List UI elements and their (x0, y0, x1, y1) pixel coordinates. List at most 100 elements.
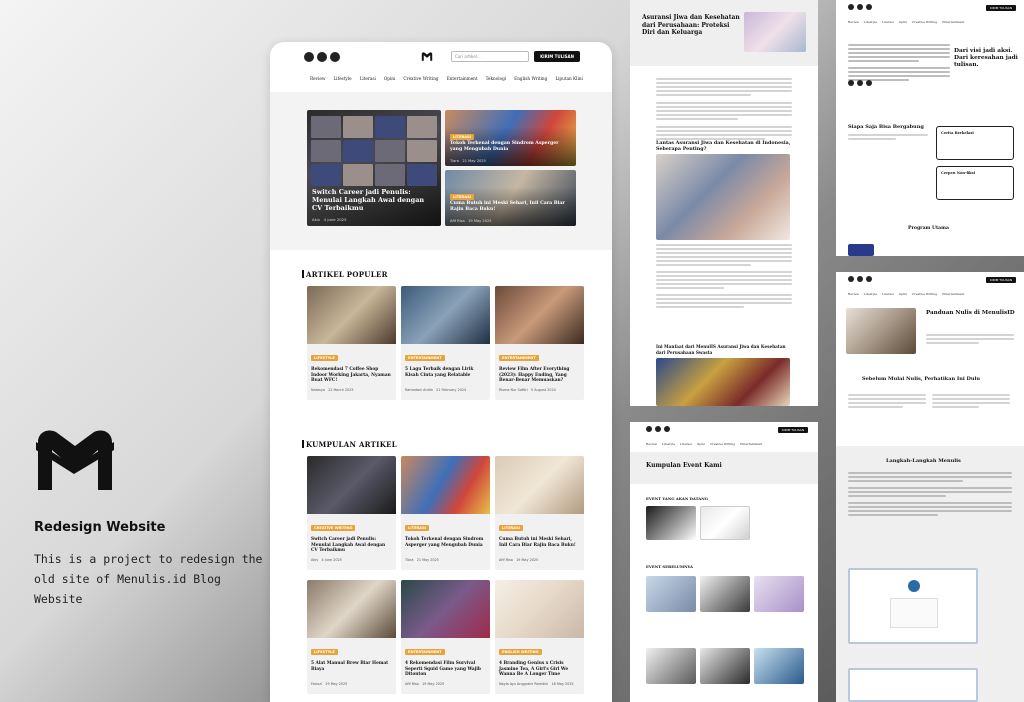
article-body-text (656, 78, 792, 142)
article-image (401, 456, 490, 514)
event-image[interactable] (754, 648, 804, 684)
collection-section-title: KUMPULAN ARTIKEL (302, 440, 397, 449)
homepage-mockup: Cari artikel... KIRIM TULISAN Review Lif… (270, 42, 612, 702)
nav-item[interactable]: Literasi (360, 76, 376, 81)
submit-article-button[interactable]: KIRIM TULISAN (778, 427, 808, 433)
event-image[interactable] (700, 648, 750, 684)
collection-articles-row-1: CREATIVE WRITING Switch Career jadi Penu… (307, 456, 584, 570)
nav-item[interactable]: Lifestyle (333, 76, 351, 81)
article-card[interactable]: ENTERTAINMENT Review Film After Everythi… (495, 286, 584, 400)
guide-page-mockup: KIRIM TULISAN Review Lifestyle Literasi Opi… (836, 272, 1024, 702)
social-icons (304, 52, 340, 62)
category-badge: CREATIVE WRITING (311, 525, 356, 531)
event-image[interactable] (646, 576, 696, 612)
nav-item[interactable]: Teknologi (486, 76, 507, 81)
article-image (401, 286, 490, 344)
hero-main-meta: Akiv 4 June 2025 (312, 217, 347, 222)
program-box: Cerpen Non-fiksi (936, 166, 1014, 200)
article-image (307, 580, 396, 638)
guide-page-title: Panduan Nulis di MenulisID (926, 310, 1015, 316)
social-icons (848, 4, 872, 10)
article-meta: Nayla Ayu Anggraini Ramdini 16 May 2025 (499, 682, 574, 686)
main-nav: Review Lifestyle Literasi Opini Creative… (310, 76, 583, 81)
hero-side-meta: Tiara 21 May 2025 (450, 159, 486, 163)
category-badge: LIFESTYLE (311, 355, 338, 361)
upcoming-events-heading: EVENT YANG AKAN DATANG (646, 496, 708, 501)
submit-article-button[interactable]: KIRIM TULISAN (986, 5, 1016, 11)
project-info: Redesign Website This is a project to re… (34, 428, 264, 609)
nav-item[interactable]: English Writing (514, 76, 547, 81)
article-inline-image (656, 154, 790, 240)
popular-section-title: ARTIKEL POPULER (302, 270, 388, 279)
article-title: Cuma Butuh ini Meski Sehari, Inil Cara B… (499, 537, 576, 548)
article-title: Tokoh Terkenal dengan Sindrom Asperger y… (405, 537, 484, 548)
article-card[interactable]: LIFESTYLE Rekomendasi 7 Coffee Shop Indo… (307, 286, 396, 400)
category-badge: ENTERTAINMENT (405, 355, 445, 361)
hero-side-title: Cuma Butuh ini Meski Sehari, Inil Cara B… (450, 201, 565, 212)
article-card[interactable]: ENGLISH WRITING 4 Branding Genius x Cris… (495, 580, 584, 694)
article-meta: Ramadani Andin 21 February 2024 (405, 388, 467, 392)
nav-item[interactable]: Liputan Klini (555, 76, 583, 81)
hero-side-article[interactable]: LITERASI Tokoh Terkenal dengan Sindrom A… (445, 110, 576, 166)
article-card[interactable]: LIFESTYLE 5 Alat Manual Brew Biar Hemat … (307, 580, 396, 694)
hero-side-article[interactable]: LITERASI Cuma Butuh ini Meski Sehari, In… (445, 170, 576, 226)
event-image[interactable] (646, 648, 696, 684)
category-badge: ENTERTAINMENT (499, 355, 539, 361)
article-card[interactable]: LITERASI Cuma Butuh ini Meski Sehari, In… (495, 456, 584, 570)
category-badge: ENTERTAINMENT (405, 649, 445, 655)
hero-main-title: Switch Career jadi Penulis: Menulai Lang… (312, 188, 425, 212)
article-card[interactable]: LITERASI Tokoh Terkenal dengan Sindrom A… (401, 456, 490, 570)
guide-hero-image (846, 308, 916, 354)
nav-item[interactable]: Creative Writing (403, 76, 438, 81)
nav-item[interactable]: Entertainment (447, 76, 478, 81)
event-image[interactable] (646, 506, 696, 540)
nav-item[interactable]: Opini (384, 76, 396, 81)
project-title: Redesign Website (34, 520, 166, 535)
hero-main-article[interactable]: Switch Career jadi Penulis: Menulai Lang… (307, 110, 441, 226)
category-badge: LITERASI (450, 194, 475, 200)
category-badge: LITERASI (450, 134, 475, 140)
about-page-mockup: KIRIM TULISAN Review Lifestyle Literasi Opi… (836, 0, 1024, 256)
article-title: 4 Rekomendasi Film Survival Seperti Squi… (405, 661, 481, 677)
instagram-icon[interactable] (304, 52, 314, 62)
tiktok-icon[interactable] (317, 52, 327, 62)
hero-side-title: Tokoh Terkenal dengan Sindrom Asperger y… (450, 141, 559, 152)
wordpress-editor-screenshot (848, 668, 978, 702)
site-logo-icon[interactable] (421, 52, 433, 61)
article-title: 5 Alat Manual Brew Biar Hemat Biaya (311, 661, 389, 672)
guide-steps-heading: Langkah-Langkah Menulis (886, 458, 961, 464)
article-card[interactable]: ENTERTAINMENT 4 Rekomendasi Film Surviva… (401, 580, 490, 694)
article-image (307, 286, 396, 344)
article-card[interactable]: ENTERTAINMENT 5 Lagu Terbaik dengan Liri… (401, 286, 490, 400)
submit-article-button[interactable]: KIRIM TULISAN (986, 277, 1016, 283)
submit-article-button[interactable]: KIRIM TULISAN (534, 51, 580, 62)
article-meta: Akiv 4 June 2025 (311, 558, 342, 562)
guide-nav: Review Lifestyle Literasi Opini Creative Wri… (848, 292, 965, 296)
article-title: Rekomendasi 7 Coffee Shop Indoor Working… (311, 367, 391, 383)
article-image (495, 286, 584, 344)
popular-articles: LIFESTYLE Rekomendasi 7 Coffee Shop Indo… (307, 286, 584, 400)
event-image[interactable] (700, 576, 750, 612)
past-events-heading: EVENT SEBELUMNYA (646, 564, 693, 569)
nav-item[interactable]: Review (310, 76, 325, 81)
event-image[interactable] (754, 576, 804, 612)
about-program-heading: Program Utama (908, 226, 949, 231)
article-image (307, 456, 396, 514)
collection-articles-row-2: LIFESTYLE 5 Alat Manual Brew Biar Hemat … (307, 580, 584, 694)
events-page-title: Kumpulan Event Kami (646, 462, 722, 469)
article-inline-image (656, 358, 790, 406)
article-card[interactable]: CREATIVE WRITING Switch Career jadi Penu… (307, 456, 396, 570)
article-title: Asuransi Jiwa dan Kesehatan dari Perusah… (642, 14, 740, 36)
program-image (848, 244, 874, 256)
article-section-heading: Lantas Asuransi Jiwa dan Kesehatan di In… (656, 140, 791, 152)
article-meta: Tiara 21 May 2025 (405, 558, 439, 562)
events-page-mockup: KIRIM TULISAN Review Lifestyle Literasi Opi… (630, 422, 818, 702)
youtube-icon[interactable] (330, 52, 340, 62)
events-nav: Review Lifestyle Literasi Opini Creative Wri… (646, 442, 763, 446)
event-image[interactable] (700, 506, 750, 540)
hero-side-meta: Afif Risa 19 May 2025 (450, 219, 492, 223)
search-input[interactable]: Cari artikel... (451, 51, 529, 62)
article-title: 5 Lagu Terbaik dengan Lirik Kisah Cinta … (405, 367, 474, 378)
article-image (401, 580, 490, 638)
article-meta: Afif Risa 19 May 2025 (499, 558, 539, 562)
